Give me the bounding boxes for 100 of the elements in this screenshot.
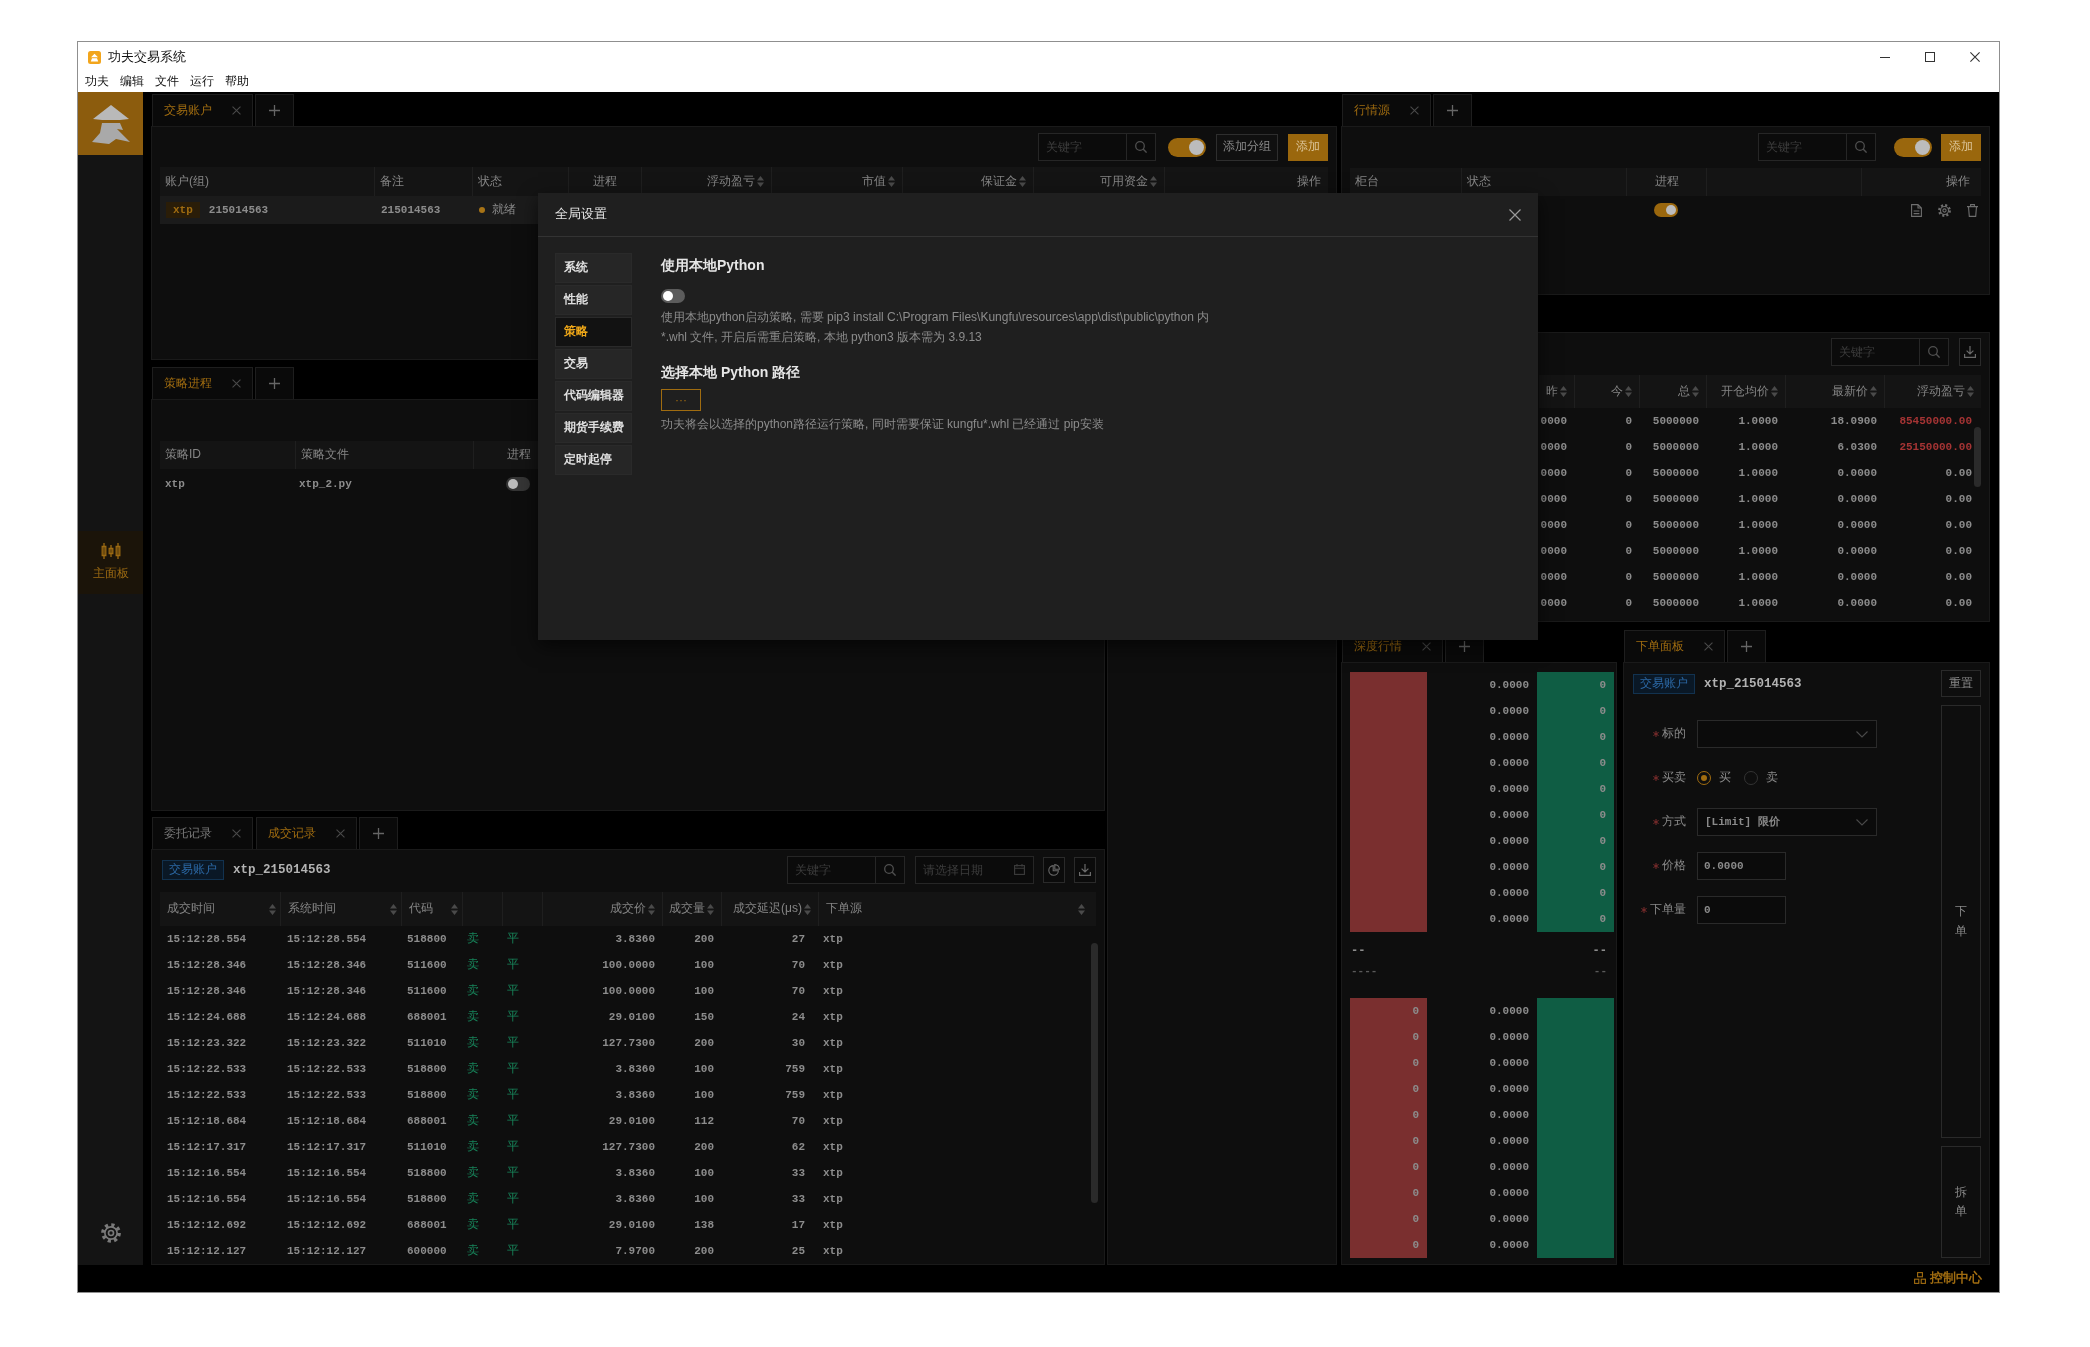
sort-icon[interactable] [1560,386,1567,397]
add-tab-button[interactable] [255,94,294,126]
settings-nav-item[interactable]: 系统 [555,253,632,283]
tab[interactable]: 行情源 [1342,94,1431,126]
offset-label: 平 [507,983,519,999]
add-tab-button[interactable] [1727,630,1766,662]
add-button[interactable]: 添加 [1288,133,1328,161]
menu-item[interactable]: 运行 [190,74,214,90]
search-button[interactable] [1126,133,1156,161]
latency-value: 17 [791,1217,805,1233]
settings-nav-item[interactable]: 期货手续费 [555,413,632,443]
input-field[interactable]: 0 [1697,896,1786,924]
sidebar-item[interactable]: 主面板 [78,531,143,594]
add-tab-button[interactable] [255,367,294,399]
sort-icon[interactable] [1019,176,1026,187]
sort-icon[interactable] [1771,386,1778,397]
settings-nav-item[interactable]: 定时起停 [555,445,632,475]
tab[interactable]: 成交记录 [256,817,357,849]
account-type-label: 交易账户 [162,860,224,880]
trade-time: 15:12:28.346 [167,983,247,999]
sort-icon[interactable] [1692,386,1699,397]
instrument-code: 511010 [407,1035,447,1051]
tab[interactable]: 交易账户 [152,94,253,126]
sort-icon[interactable] [269,903,276,915]
tab[interactable]: 委托记录 [152,817,253,849]
settings-nav-item[interactable]: 交易 [555,349,632,379]
trade-volume: 150 [694,1009,714,1025]
settings-nav-item[interactable]: 性能 [555,285,632,315]
search-button[interactable] [1919,338,1949,366]
sort-icon[interactable] [648,903,655,915]
chart-button[interactable] [1043,857,1065,883]
toggle-switch[interactable] [1894,137,1932,157]
maximize-icon[interactable] [1925,52,1935,62]
sort-icon[interactable] [1625,386,1632,397]
toggle-switch[interactable] [661,289,685,303]
toggle-switch[interactable] [1168,137,1206,157]
plus-icon [1459,641,1470,652]
sort-icon[interactable] [888,176,895,187]
browse-button[interactable]: ··· [661,389,701,411]
radio-label[interactable]: 卖 [1766,770,1778,786]
trade-price: 127.7300 [602,1035,655,1051]
add-tab-button[interactable] [1433,94,1472,126]
settings-icon[interactable] [100,1223,121,1243]
close-icon[interactable] [1509,208,1521,221]
toggle-switch[interactable] [506,477,530,491]
select-field[interactable]: [Limit] 限价 [1697,808,1877,836]
input-field[interactable]: 0.0000 [1697,852,1786,880]
reset-button[interactable]: 重置 [1941,670,1981,697]
column-header: 策略ID [165,447,201,463]
instrument-code: 511600 [407,957,447,973]
menu-item[interactable]: 功夫 [85,74,109,90]
add-button[interactable]: 添加 [1941,133,1981,161]
price-level: 0.0000 [1489,885,1529,901]
split-order-button[interactable]: 拆单 [1941,1146,1981,1258]
close-icon[interactable] [1970,52,1980,62]
scrollbar[interactable] [1091,943,1098,1203]
minimize-icon[interactable] [1880,56,1890,58]
sort-icon[interactable] [390,903,397,915]
last-price: 0.0000 [1837,569,1877,585]
instrument-code: 511600 [407,983,447,999]
scrollbar[interactable] [1974,427,1981,487]
tab[interactable]: 策略进程 [152,367,253,399]
search-button[interactable] [1846,133,1876,161]
trade-price: 127.7300 [602,1139,655,1155]
sort-icon[interactable] [451,903,458,915]
average-price: 1.0000 [1738,569,1778,585]
add-tab-button[interactable] [359,817,398,849]
trade-time: 15:12:16.554 [167,1191,247,1207]
settings-nav-item[interactable]: 策略 [555,317,632,347]
sort-icon[interactable] [804,903,811,915]
search-button[interactable] [875,856,905,884]
place-order-button[interactable]: 下单 [1941,705,1981,1138]
settings-icon[interactable] [1938,203,1951,217]
trash-icon[interactable] [1967,203,1978,217]
volume-value: 0 [1412,1003,1419,1019]
add-group-button[interactable]: 添加分组 [1216,133,1278,161]
settings-nav-item[interactable]: 代码编辑器 [555,381,632,411]
sort-icon[interactable] [1967,386,1974,397]
floating-pnl: 0.00 [1945,491,1972,507]
download-button[interactable] [1074,857,1096,883]
menu-item[interactable]: 文件 [155,74,179,90]
plus-icon [269,378,280,389]
control-center-button[interactable]: 控制中心 [1914,1270,1982,1287]
sort-icon[interactable] [757,176,764,187]
sort-icon[interactable] [1150,176,1157,187]
select-field[interactable] [1697,720,1877,748]
sort-icon[interactable] [1870,386,1877,397]
trade-time: 15:12:28.346 [167,957,247,973]
download-button[interactable] [1959,338,1981,366]
document-icon[interactable] [1911,203,1922,217]
toggle-switch[interactable] [1654,203,1678,217]
menu-item[interactable]: 编辑 [120,74,144,90]
trade-price: 3.8360 [615,1165,655,1181]
sort-icon[interactable] [1078,903,1085,915]
system-time: 15:12:12.127 [287,1243,367,1259]
menu-item[interactable]: 帮助 [225,74,249,90]
radio-label[interactable]: 买 [1719,770,1731,786]
sort-icon[interactable] [707,903,714,915]
tab[interactable]: 下单面板 [1624,630,1725,662]
instrument-code: 688001 [407,1009,447,1025]
